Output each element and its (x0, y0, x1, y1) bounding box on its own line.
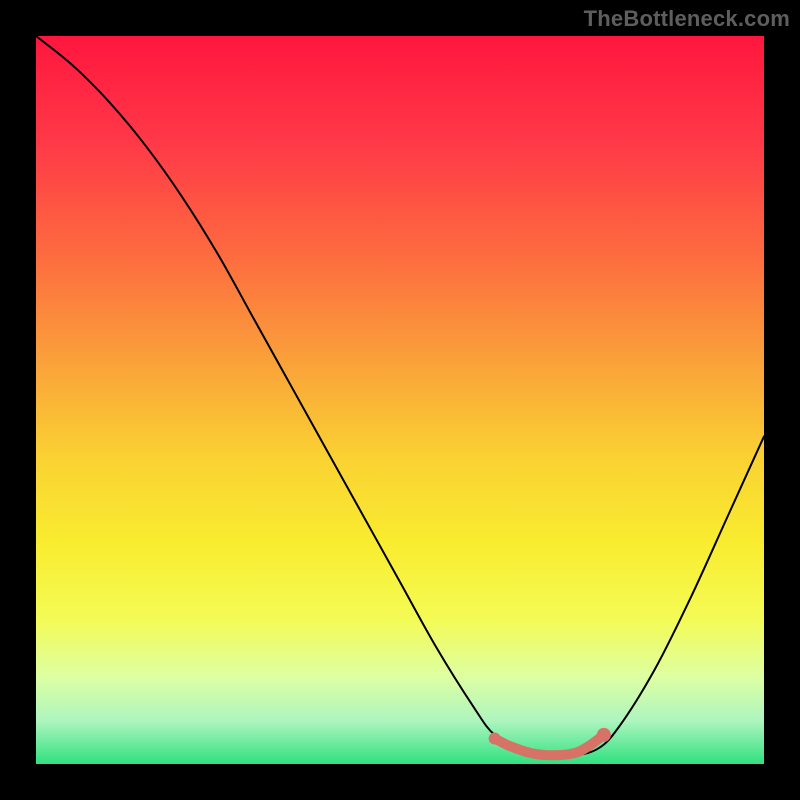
chart-container: TheBottleneck.com (0, 0, 800, 800)
marker-sweet-spot-start (489, 733, 501, 745)
watermark-text: TheBottleneck.com (584, 6, 790, 32)
plot-area (36, 36, 764, 764)
chart-svg (36, 36, 764, 764)
marker-sweet-spot-end (597, 728, 611, 742)
